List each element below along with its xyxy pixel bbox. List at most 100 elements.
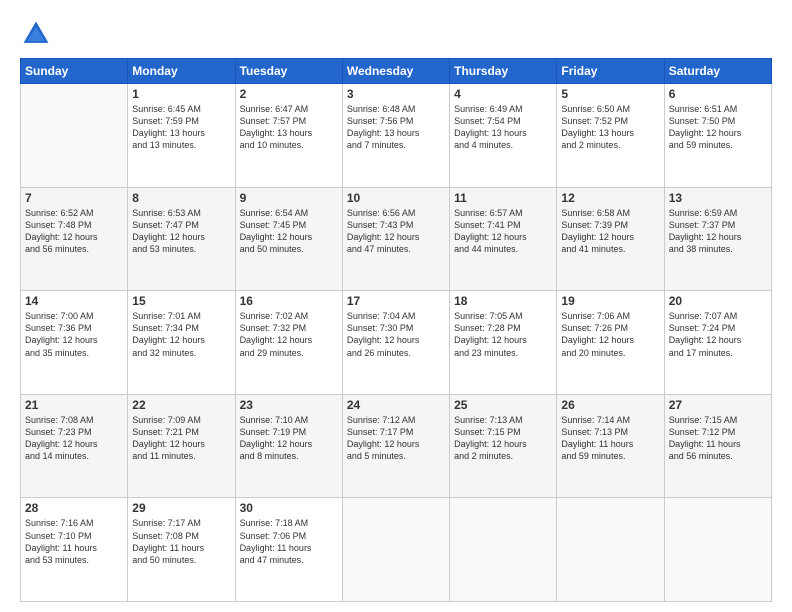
header: [20, 18, 772, 50]
day-number: 19: [561, 294, 659, 308]
day-number: 14: [25, 294, 123, 308]
cell-info: Sunrise: 7:16 AM Sunset: 7:10 PM Dayligh…: [25, 517, 123, 566]
calendar-week-4: 21 Sunrise: 7:08 AM Sunset: 7:23 PM Dayli…: [21, 394, 772, 498]
day-number: 26: [561, 398, 659, 412]
calendar-cell: 16 Sunrise: 7:02 AM Sunset: 7:32 PM Dayli…: [235, 291, 342, 395]
calendar-cell: 10 Sunrise: 6:56 AM Sunset: 7:43 PM Dayli…: [342, 187, 449, 291]
calendar-cell: 11 Sunrise: 6:57 AM Sunset: 7:41 PM Dayli…: [450, 187, 557, 291]
day-number: 8: [132, 191, 230, 205]
cell-info: Sunrise: 6:50 AM Sunset: 7:52 PM Dayligh…: [561, 103, 659, 152]
day-number: 4: [454, 87, 552, 101]
day-number: 29: [132, 501, 230, 515]
day-number: 16: [240, 294, 338, 308]
day-number: 2: [240, 87, 338, 101]
calendar-cell: 21 Sunrise: 7:08 AM Sunset: 7:23 PM Dayli…: [21, 394, 128, 498]
calendar-cell: 28 Sunrise: 7:16 AM Sunset: 7:10 PM Dayli…: [21, 498, 128, 602]
weekday-header-saturday: Saturday: [664, 59, 771, 84]
day-number: 5: [561, 87, 659, 101]
weekday-header-row: SundayMondayTuesdayWednesdayThursdayFrid…: [21, 59, 772, 84]
calendar-cell: 6 Sunrise: 6:51 AM Sunset: 7:50 PM Daylig…: [664, 84, 771, 188]
cell-info: Sunrise: 7:15 AM Sunset: 7:12 PM Dayligh…: [669, 414, 767, 463]
cell-info: Sunrise: 6:49 AM Sunset: 7:54 PM Dayligh…: [454, 103, 552, 152]
cell-info: Sunrise: 7:10 AM Sunset: 7:19 PM Dayligh…: [240, 414, 338, 463]
day-number: 11: [454, 191, 552, 205]
calendar-cell: 24Sunrise: 7:12 AM Sunset: 7:17 PM Dayli…: [342, 394, 449, 498]
calendar-cell: 4 Sunrise: 6:49 AM Sunset: 7:54 PM Daylig…: [450, 84, 557, 188]
calendar-cell: 23 Sunrise: 7:10 AM Sunset: 7:19 PM Dayli…: [235, 394, 342, 498]
day-number: 12: [561, 191, 659, 205]
calendar-cell: 22Sunrise: 7:09 AM Sunset: 7:21 PM Dayli…: [128, 394, 235, 498]
calendar-cell: 29 Sunrise: 7:17 AM Sunset: 7:08 PM Dayli…: [128, 498, 235, 602]
calendar-cell: [557, 498, 664, 602]
day-number: 25: [454, 398, 552, 412]
calendar-cell: [342, 498, 449, 602]
logo: [20, 18, 58, 50]
day-number: 6: [669, 87, 767, 101]
weekday-header-thursday: Thursday: [450, 59, 557, 84]
cell-info: Sunrise: 6:51 AM Sunset: 7:50 PM Dayligh…: [669, 103, 767, 152]
cell-info: Sunrise: 6:53 AM Sunset: 7:47 PM Dayligh…: [132, 207, 230, 256]
calendar-cell: 15 Sunrise: 7:01 AM Sunset: 7:34 PM Dayli…: [128, 291, 235, 395]
cell-info: Sunrise: 6:52 AM Sunset: 7:48 PM Dayligh…: [25, 207, 123, 256]
day-number: 9: [240, 191, 338, 205]
cell-info: Sunrise: 7:14 AM Sunset: 7:13 PM Dayligh…: [561, 414, 659, 463]
calendar-week-2: 7 Sunrise: 6:52 AM Sunset: 7:48 PM Daylig…: [21, 187, 772, 291]
calendar-week-1: 1 Sunrise: 6:45 AM Sunset: 7:59 PM Daylig…: [21, 84, 772, 188]
cell-info: Sunrise: 6:58 AM Sunset: 7:39 PM Dayligh…: [561, 207, 659, 256]
cell-info: Sunrise: 6:54 AM Sunset: 7:45 PM Dayligh…: [240, 207, 338, 256]
calendar-table: SundayMondayTuesdayWednesdayThursdayFrid…: [20, 58, 772, 602]
calendar-week-3: 14 Sunrise: 7:00 AM Sunset: 7:36 PM Dayli…: [21, 291, 772, 395]
cell-info: Sunrise: 7:01 AM Sunset: 7:34 PM Dayligh…: [132, 310, 230, 359]
day-number: 27: [669, 398, 767, 412]
day-number: 28: [25, 501, 123, 515]
logo-icon: [20, 18, 52, 50]
day-number: 21: [25, 398, 123, 412]
cell-info: Sunrise: 7:06 AM Sunset: 7:26 PM Dayligh…: [561, 310, 659, 359]
calendar-cell: 26 Sunrise: 7:14 AM Sunset: 7:13 PM Dayli…: [557, 394, 664, 498]
cell-info: Sunrise: 7:13 AM Sunset: 7:15 PM Dayligh…: [454, 414, 552, 463]
day-number: 13: [669, 191, 767, 205]
cell-info: Sunrise: 7:07 AM Sunset: 7:24 PM Dayligh…: [669, 310, 767, 359]
cell-info: Sunrise: 7:17 AM Sunset: 7:08 PM Dayligh…: [132, 517, 230, 566]
calendar-cell: [664, 498, 771, 602]
calendar-cell: 20 Sunrise: 7:07 AM Sunset: 7:24 PM Dayli…: [664, 291, 771, 395]
day-number: 15: [132, 294, 230, 308]
day-number: 17: [347, 294, 445, 308]
weekday-header-friday: Friday: [557, 59, 664, 84]
day-number: 3: [347, 87, 445, 101]
cell-info: Sunrise: 7:18 AM Sunset: 7:06 PM Dayligh…: [240, 517, 338, 566]
cell-info: Sunrise: 7:08 AM Sunset: 7:23 PM Dayligh…: [25, 414, 123, 463]
calendar-cell: 13Sunrise: 6:59 AM Sunset: 7:37 PM Dayli…: [664, 187, 771, 291]
cell-info: Sunrise: 6:56 AM Sunset: 7:43 PM Dayligh…: [347, 207, 445, 256]
cell-info: Sunrise: 6:47 AM Sunset: 7:57 PM Dayligh…: [240, 103, 338, 152]
calendar-cell: 18Sunrise: 7:05 AM Sunset: 7:28 PM Dayli…: [450, 291, 557, 395]
calendar-cell: 5 Sunrise: 6:50 AM Sunset: 7:52 PM Daylig…: [557, 84, 664, 188]
day-number: 30: [240, 501, 338, 515]
day-number: 18: [454, 294, 552, 308]
calendar-week-5: 28 Sunrise: 7:16 AM Sunset: 7:10 PM Dayli…: [21, 498, 772, 602]
cell-info: Sunrise: 7:00 AM Sunset: 7:36 PM Dayligh…: [25, 310, 123, 359]
day-number: 1: [132, 87, 230, 101]
calendar-cell: 25 Sunrise: 7:13 AM Sunset: 7:15 PM Dayli…: [450, 394, 557, 498]
calendar-cell: 19 Sunrise: 7:06 AM Sunset: 7:26 PM Dayli…: [557, 291, 664, 395]
day-number: 22: [132, 398, 230, 412]
calendar-cell: 1 Sunrise: 6:45 AM Sunset: 7:59 PM Daylig…: [128, 84, 235, 188]
weekday-header-sunday: Sunday: [21, 59, 128, 84]
weekday-header-monday: Monday: [128, 59, 235, 84]
calendar-cell: 30 Sunrise: 7:18 AM Sunset: 7:06 PM Dayli…: [235, 498, 342, 602]
day-number: 10: [347, 191, 445, 205]
cell-info: Sunrise: 6:57 AM Sunset: 7:41 PM Dayligh…: [454, 207, 552, 256]
calendar-cell: 2 Sunrise: 6:47 AM Sunset: 7:57 PM Daylig…: [235, 84, 342, 188]
day-number: 7: [25, 191, 123, 205]
cell-info: Sunrise: 7:04 AM Sunset: 7:30 PM Dayligh…: [347, 310, 445, 359]
day-number: 24: [347, 398, 445, 412]
calendar-cell: 9 Sunrise: 6:54 AM Sunset: 7:45 PM Daylig…: [235, 187, 342, 291]
day-number: 23: [240, 398, 338, 412]
calendar-cell: 7 Sunrise: 6:52 AM Sunset: 7:48 PM Daylig…: [21, 187, 128, 291]
day-number: 20: [669, 294, 767, 308]
page: SundayMondayTuesdayWednesdayThursdayFrid…: [0, 0, 792, 612]
cell-info: Sunrise: 7:02 AM Sunset: 7:32 PM Dayligh…: [240, 310, 338, 359]
calendar-cell: [21, 84, 128, 188]
cell-info: Sunrise: 6:45 AM Sunset: 7:59 PM Dayligh…: [132, 103, 230, 152]
calendar-cell: 12 Sunrise: 6:58 AM Sunset: 7:39 PM Dayli…: [557, 187, 664, 291]
